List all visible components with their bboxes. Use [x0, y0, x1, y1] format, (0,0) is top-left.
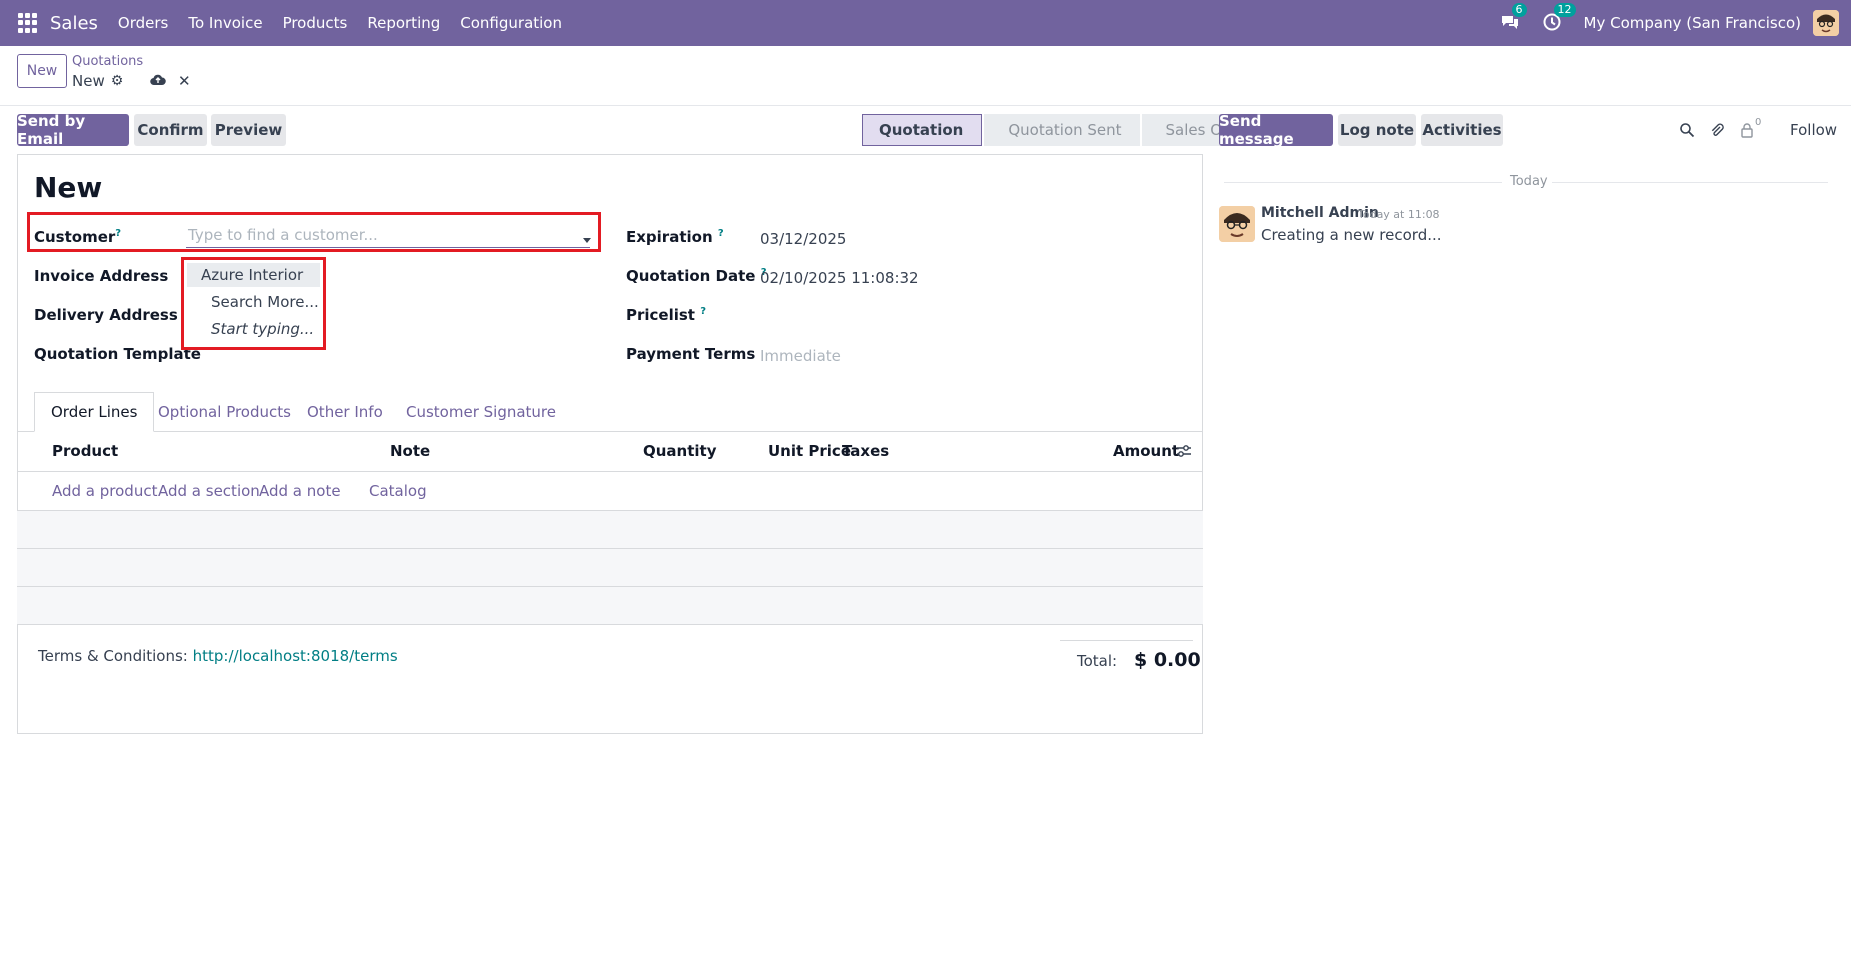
user-avatar[interactable] [1813, 10, 1839, 36]
dropdown-start-typing: Start typing... [211, 320, 315, 338]
stage-quotation-sent[interactable]: Quotation Sent [984, 114, 1140, 146]
lock-icon[interactable] [1739, 122, 1755, 138]
column-amount[interactable]: Amount [1113, 442, 1179, 460]
company-switcher[interactable]: My Company (San Francisco) [1584, 14, 1801, 32]
terms-and-conditions: Terms & Conditions: http://localhost:801… [38, 647, 398, 665]
control-panel: New Quotations New ⚙ ✕ [0, 46, 1851, 106]
add-product-link[interactable]: Add a product [52, 482, 157, 500]
menu-products[interactable]: Products [283, 14, 348, 32]
discard-icon[interactable]: ✕ [178, 72, 191, 90]
column-unit-price[interactable]: Unit Price [768, 442, 851, 460]
menu-to-invoice[interactable]: To Invoice [188, 14, 262, 32]
expiration-field[interactable]: 03/12/2025 [760, 230, 846, 248]
apps-grid-icon[interactable] [18, 13, 38, 33]
activities-button[interactable]: Activities [1421, 114, 1503, 146]
menu-reporting[interactable]: Reporting [367, 14, 440, 32]
stage-quotation[interactable]: Quotation [862, 114, 983, 146]
activities-button[interactable]: 12 [1542, 3, 1576, 34]
statusbar: Quotation Quotation Sent Sales Order [862, 114, 1273, 146]
table-header-divider [17, 471, 1203, 472]
column-quantity[interactable]: Quantity [643, 442, 717, 460]
menu-orders[interactable]: Orders [118, 14, 168, 32]
total-divider [1060, 640, 1193, 641]
pricelist-label: Pricelist ? [626, 306, 707, 324]
messages-button[interactable]: 6 [1500, 3, 1527, 34]
dropdown-item-azure-interior[interactable]: Azure Interior [187, 263, 320, 287]
quotation-template-label: Quotation Template [34, 345, 201, 363]
tab-order-lines[interactable]: Order Lines [34, 392, 155, 432]
terms-link[interactable]: http://localhost:8018/terms [193, 647, 398, 665]
help-icon: ? [717, 228, 724, 239]
tab-optional-products[interactable]: Optional Products [142, 392, 307, 432]
help-icon: ? [115, 228, 122, 239]
payment-terms-field[interactable]: Immediate [760, 347, 841, 365]
customer-autocomplete-dropdown: Azure Interior Search More... Start typi… [181, 257, 326, 350]
date-divider-right [1552, 182, 1828, 183]
table-row-divider [17, 624, 1203, 625]
confirm-button[interactable]: Confirm [134, 114, 207, 146]
gear-icon[interactable]: ⚙ [111, 73, 124, 89]
message-body: Creating a new record... [1261, 226, 1442, 244]
column-taxes[interactable]: Taxes [842, 442, 889, 460]
message-time: Today at 11:08 [1358, 208, 1440, 221]
date-divider-left [1224, 182, 1502, 183]
quotation-date-field[interactable]: 02/10/2025 11:08:32 [760, 269, 919, 287]
payment-terms-label: Payment Terms [626, 345, 756, 363]
follow-button[interactable]: Follow [1790, 121, 1837, 139]
table-row [17, 511, 1203, 548]
paperclip-icon[interactable] [1709, 122, 1725, 138]
add-note-link[interactable]: Add a note [259, 482, 341, 500]
total-amount: $ 0.00 [1134, 649, 1201, 671]
activities-badge: 12 [1553, 3, 1576, 17]
quotation-date-label: Quotation Date ? [626, 267, 767, 285]
total-label: Total: [1077, 652, 1118, 670]
preview-button[interactable]: Preview [211, 114, 286, 146]
catalog-link[interactable]: Catalog [369, 482, 427, 500]
date-separator: Today [1510, 174, 1548, 189]
record-title: New [34, 171, 103, 204]
breadcrumb-quotations[interactable]: Quotations [72, 54, 143, 69]
followers-count: 0 [1755, 117, 1762, 128]
breadcrumb-current: New ⚙ [72, 72, 123, 90]
tab-other-info[interactable]: Other Info [291, 392, 399, 432]
top-navbar: Sales Orders To Invoice Products Reporti… [0, 0, 1851, 46]
breadcrumb-current-label: New [72, 72, 105, 90]
dropdown-search-more[interactable]: Search More... [211, 293, 319, 311]
delivery-address-label: Delivery Address [34, 306, 178, 324]
column-product[interactable]: Product [52, 442, 118, 460]
add-section-link[interactable]: Add a section [158, 482, 260, 500]
message-author-avatar[interactable] [1219, 206, 1255, 242]
table-row [17, 549, 1203, 586]
app-name[interactable]: Sales [50, 13, 98, 34]
optional-columns-icon[interactable] [1176, 444, 1192, 458]
tab-customer-signature[interactable]: Customer Signature [390, 392, 572, 432]
terms-label: Terms & Conditions: [38, 647, 188, 665]
table-row [17, 587, 1203, 624]
expiration-label: Expiration ? [626, 228, 724, 246]
log-note-button[interactable]: Log note [1338, 114, 1416, 146]
invoice-address-label: Invoice Address [34, 267, 169, 285]
search-icon[interactable] [1679, 122, 1695, 138]
column-note[interactable]: Note [390, 442, 430, 460]
customer-input[interactable]: Type to find a customer... [186, 226, 590, 248]
save-cloud-icon[interactable] [150, 74, 166, 86]
chevron-down-icon[interactable] [583, 238, 591, 243]
send-by-email-button[interactable]: Send by Email [17, 112, 129, 148]
help-icon: ? [700, 306, 707, 317]
send-message-button[interactable]: Send message [1219, 112, 1333, 148]
new-record-button[interactable]: New [17, 54, 67, 88]
messages-badge: 6 [1511, 3, 1527, 17]
customer-label: Customer? [34, 228, 122, 246]
menu-configuration[interactable]: Configuration [460, 14, 562, 32]
